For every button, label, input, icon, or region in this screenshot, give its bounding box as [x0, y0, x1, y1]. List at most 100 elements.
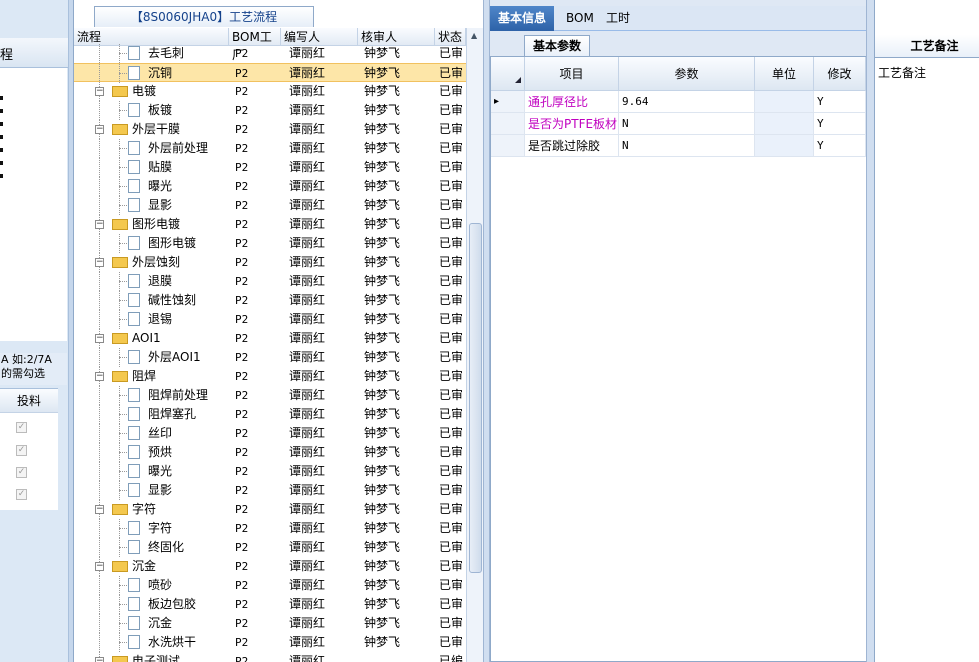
cell-writer: 谭丽红	[289, 540, 326, 554]
tree-row[interactable]: − 字符 P2 谭丽红 钟梦飞 已审	[74, 500, 466, 519]
feed-checkbox[interactable]: ✓	[16, 489, 27, 500]
cell-reviewer: 钟梦飞	[364, 160, 401, 174]
feed-checkbox[interactable]: ✓	[16, 445, 27, 456]
col-header-item[interactable]: 项目	[525, 57, 619, 91]
collapse-icon[interactable]: −	[95, 505, 104, 514]
tree-row[interactable]: − 外层蚀刻 P2 谭丽红 钟梦飞 已审	[74, 253, 466, 272]
cell-param[interactable]: N	[619, 113, 755, 135]
cell-modify[interactable]: Y	[814, 113, 866, 135]
tree-row[interactable]: 板镀 P2 谭丽红 钟梦飞 已审	[74, 101, 466, 120]
tree-row[interactable]: 曝光 P2 谭丽红 钟梦飞 已审	[74, 462, 466, 481]
cell-unit[interactable]	[755, 135, 814, 157]
collapse-icon[interactable]: −	[95, 258, 104, 267]
cell-param[interactable]: N	[619, 135, 755, 157]
process-tree-tab[interactable]: 【8S0060JHA0】工艺流程	[94, 6, 314, 27]
col-header-param[interactable]: 参数	[619, 57, 755, 91]
cell-status: 已审	[439, 388, 464, 402]
tree-row[interactable]: 退锡 P2 谭丽红 钟梦飞 已审	[74, 310, 466, 329]
tree-row[interactable]: − 阻焊 P2 谭丽红 钟梦飞 已审	[74, 367, 466, 386]
tree-row[interactable]: 喷砂 P2 谭丽红 钟梦飞 已审	[74, 576, 466, 595]
cell-status: 已编	[439, 654, 464, 662]
folder-icon	[112, 219, 128, 230]
tree-row[interactable]: 显影 P2 谭丽红 钟梦飞 已审	[74, 196, 466, 215]
scroll-thumb[interactable]	[469, 223, 482, 573]
tab-work-hours[interactable]: 工时	[598, 6, 638, 31]
tree-row[interactable]: 板边包胶 P2 谭丽红 钟梦飞 已审	[74, 595, 466, 614]
right-splitter[interactable]	[866, 0, 874, 662]
tree-row[interactable]: 曝光 P2 谭丽红 钟梦飞 已审	[74, 177, 466, 196]
cell-flow: 丝印	[148, 426, 173, 440]
tree-row[interactable]: 外层AOI1 P2 谭丽红 钟梦飞 已审	[74, 348, 466, 367]
tab-bom[interactable]: BOM	[558, 6, 602, 31]
cell-writer: 谭丽红	[289, 217, 326, 231]
tree-scrollbar[interactable]: ▲	[466, 28, 483, 662]
cell-modify[interactable]: Y	[814, 135, 866, 157]
feed-grid-header: 投料	[0, 389, 58, 413]
cell-item[interactable]: 是否为PTFE板材	[525, 113, 619, 135]
collapse-icon[interactable]: −	[95, 372, 104, 381]
tree-row[interactable]: − 外层干膜 P2 谭丽红 钟梦飞 已审	[74, 120, 466, 139]
collapse-icon[interactable]: −	[95, 334, 104, 343]
tree-row[interactable]: 退膜 P2 谭丽红 钟梦飞 已审	[74, 272, 466, 291]
list-bullet	[0, 148, 3, 152]
tree-row[interactable]: 水洗烘干 P2 谭丽红 钟梦飞 已审	[74, 633, 466, 652]
collapse-icon[interactable]: −	[95, 657, 104, 662]
tab-basic-info[interactable]: 基本信息	[490, 6, 555, 31]
tree-row[interactable]: 字符 P2 谭丽红 钟梦飞 已审	[74, 519, 466, 538]
tree-row[interactable]: 贴膜 P2 谭丽红 钟梦飞 已审	[74, 158, 466, 177]
cell-bom: P2	[235, 237, 249, 250]
cell-bom: P2	[235, 47, 249, 60]
collapse-icon[interactable]: −	[95, 220, 104, 229]
tree-line	[119, 53, 127, 54]
feed-checkbox[interactable]: ✓	[16, 422, 27, 433]
tree-row[interactable]: − 沉金 P2 谭丽红 钟梦飞 已审	[74, 557, 466, 576]
document-icon	[128, 350, 140, 364]
document-icon	[128, 407, 140, 421]
tree-row[interactable]: 阻焊塞孔 P2 谭丽红 钟梦飞 已审	[74, 405, 466, 424]
tree-row[interactable]: − 电子测试 P2 谭丽红 已编	[74, 652, 466, 662]
cell-item[interactable]: 是否跳过除胶	[525, 135, 619, 157]
tree-row[interactable]: 碱性蚀刻 P2 谭丽红 钟梦飞 已审	[74, 291, 466, 310]
detail-tabs: 基本信息 BOM 工时	[490, 6, 871, 31]
cell-item[interactable]: 通孔厚径比	[525, 91, 619, 113]
tree-row[interactable]: 阻焊前处理 P2 谭丽红 钟梦飞 已审	[74, 386, 466, 405]
tree-row[interactable]: 沉铜 P2 谭丽红 钟梦飞 已审	[74, 63, 466, 83]
left-list	[0, 68, 67, 341]
tree-row[interactable]: − AOI1 P2 谭丽红 钟梦飞 已审	[74, 329, 466, 348]
tree-row[interactable]: 预烘 P2 谭丽红 钟梦飞 已审	[74, 443, 466, 462]
tree-row[interactable]: − 电镀 P2 谭丽红 钟梦飞 已审	[74, 82, 466, 101]
cell-flow: 板镀	[148, 103, 173, 117]
scroll-up-icon[interactable]: ▲	[471, 31, 477, 40]
tab-process-notes[interactable]: 工艺备注	[875, 35, 979, 58]
col-header-unit[interactable]: 单位	[755, 57, 814, 91]
tree-row[interactable]: 沉金 P2 谭丽红 钟梦飞 已审	[74, 614, 466, 633]
document-icon	[128, 483, 140, 497]
tree-splitter[interactable]	[483, 0, 490, 662]
tree-row[interactable]: 图形电镀 P2 谭丽红 钟梦飞 已审	[74, 234, 466, 253]
cell-reviewer: 钟梦飞	[364, 350, 401, 364]
cell-unit[interactable]	[755, 113, 814, 135]
cell-status: 已审	[439, 616, 464, 630]
collapse-icon[interactable]: −	[95, 125, 104, 134]
tree-row[interactable]: 终固化 P2 谭丽红 钟梦飞 已审	[74, 538, 466, 557]
cell-modify[interactable]: Y	[814, 91, 866, 113]
tree-row[interactable]: 外层前处理 P2 谭丽红 钟梦飞 已审	[74, 139, 466, 158]
collapse-icon[interactable]: −	[95, 562, 104, 571]
cell-param[interactable]: 9.64	[619, 91, 755, 113]
tree-row[interactable]: 丝印 P2 谭丽红 钟梦飞 已审	[74, 424, 466, 443]
tree-line	[99, 64, 100, 83]
tree-row[interactable]: 去毛刺 P2 谭丽红 钟梦飞 已审	[74, 44, 466, 63]
cell-status: 已审	[439, 464, 464, 478]
tree-row[interactable]: 显影 P2 谭丽红 钟梦飞 已审	[74, 481, 466, 500]
tree-line	[99, 139, 100, 158]
cell-reviewer: 钟梦飞	[364, 426, 401, 440]
cell-status: 已审	[439, 483, 464, 497]
tab-basic-params[interactable]: 基本参数	[524, 35, 590, 56]
feed-checkbox[interactable]: ✓	[16, 467, 27, 478]
cell-unit[interactable]	[755, 91, 814, 113]
cell-bom: P2	[235, 484, 249, 497]
col-header-modify[interactable]: 修改	[814, 57, 866, 91]
tree-row[interactable]: − 图形电镀 P2 谭丽红 钟梦飞 已审	[74, 215, 466, 234]
collapse-icon[interactable]: −	[95, 87, 104, 96]
cell-bom: P2	[235, 465, 249, 478]
